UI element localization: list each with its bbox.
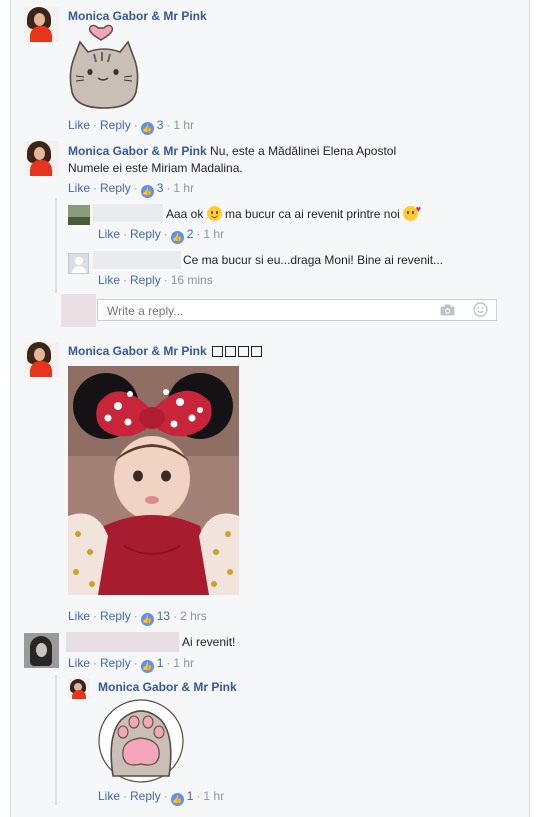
reply-thread-line xyxy=(55,198,57,293)
like-link[interactable]: Like xyxy=(68,181,90,195)
reply-link[interactable]: Reply xyxy=(100,609,131,623)
timestamp[interactable]: 1 hr xyxy=(173,181,194,195)
redacted-author-name xyxy=(93,251,181,269)
pusheen-paw-sticker xyxy=(97,696,187,784)
reply-author[interactable]: Monica Gabor & Mr Pink xyxy=(98,680,237,694)
redacted-author-name xyxy=(66,632,179,652)
avatar[interactable] xyxy=(24,7,59,42)
thumbs-up-icon: 👍 xyxy=(170,231,184,244)
reply-link[interactable]: Reply xyxy=(130,789,161,803)
avatar[interactable] xyxy=(24,342,59,377)
comment-text: Nu, este a Mădălinei Elena Apostol xyxy=(210,144,397,158)
comment-author[interactable]: Monica Gabor & Mr Pink xyxy=(68,344,262,358)
thumbs-up-icon: 👍 xyxy=(140,613,154,626)
comment-author[interactable]: Monica Gabor & Mr Pink xyxy=(68,144,207,158)
like-link[interactable]: Like xyxy=(98,227,120,241)
redacted-author-name xyxy=(93,204,163,222)
thumbs-up-icon: 👍 xyxy=(170,793,184,806)
current-user-avatar xyxy=(61,294,96,327)
comment-author[interactable]: Monica Gabor & Mr Pink xyxy=(68,9,207,23)
reply-link[interactable]: Reply xyxy=(100,118,131,132)
avatar[interactable] xyxy=(68,205,90,225)
avatar[interactable] xyxy=(24,633,59,668)
timestamp[interactable]: 16 mins xyxy=(171,273,213,287)
thumbs-up-icon: 👍 xyxy=(140,185,154,198)
reply-thread-line xyxy=(55,675,57,805)
smiley-icon[interactable] xyxy=(473,302,488,320)
unrendered-glyph-icon xyxy=(211,346,223,357)
unrendered-glyph-icon xyxy=(237,346,249,357)
smile-emoji-icon xyxy=(206,206,222,221)
like-link[interactable]: Like xyxy=(68,609,90,623)
like-link[interactable]: Like xyxy=(68,656,90,670)
reply-link[interactable]: Reply xyxy=(130,227,161,241)
timestamp[interactable]: 1 hr xyxy=(203,227,224,241)
comment-body: Monica Gabor & Mr Pink Nu, este a Mădăli… xyxy=(68,143,488,177)
like-link[interactable]: Like xyxy=(98,789,120,803)
comment-actions: Like · Reply · 👍 1 · 1 hr xyxy=(68,656,195,673)
reply-actions: Like · Reply · 👍 2 · 1 hr xyxy=(98,227,225,244)
timestamp[interactable]: 1 hr xyxy=(173,656,194,670)
unrendered-glyph-icon xyxy=(224,346,236,357)
timestamp[interactable]: 1 hr xyxy=(173,118,194,132)
timestamp[interactable]: 2 hrs xyxy=(180,609,207,623)
thumbs-up-icon: 👍 xyxy=(140,122,154,135)
reply-link[interactable]: Reply xyxy=(100,181,131,195)
unrendered-glyph-icon xyxy=(250,346,262,357)
avatar[interactable] xyxy=(68,253,89,274)
baby-with-minnie-ears-photo[interactable] xyxy=(68,366,239,595)
comment-actions: Like · Reply · 👍 3 · 1 hr xyxy=(68,181,195,198)
thumbs-up-icon: 👍 xyxy=(140,660,154,673)
timestamp[interactable]: 1 hr xyxy=(203,789,224,803)
like-count[interactable]: 13 xyxy=(157,609,170,623)
reply-link[interactable]: Reply xyxy=(100,656,131,670)
kiss-emoji-icon: ♥ xyxy=(403,205,421,221)
comment-text: Ai revenit! xyxy=(182,635,236,649)
pusheen-cat-heart-sticker xyxy=(68,24,140,112)
comment-text-line2: Numele ei este Miriam Madalina. xyxy=(68,161,243,175)
comment-actions: Like · Reply · 👍 3 · 1 hr xyxy=(68,118,195,135)
reply-text: Ce ma bucur si eu...draga Moni! Bine ai … xyxy=(183,253,444,267)
avatar[interactable] xyxy=(24,141,59,176)
reply-actions: Like · Reply · 16 mins xyxy=(98,273,213,287)
camera-icon[interactable] xyxy=(440,304,455,319)
avatar[interactable] xyxy=(68,679,90,699)
like-link[interactable]: Like xyxy=(98,273,120,287)
like-link[interactable]: Like xyxy=(68,118,90,132)
reply-text: Aaa ok ma bucur ca ai revenit printre no… xyxy=(166,204,422,221)
reply-link[interactable]: Reply xyxy=(130,273,161,287)
comment-actions: Like · Reply · 👍 13 · 2 hrs xyxy=(68,609,207,626)
reply-input[interactable] xyxy=(105,302,429,320)
reply-box xyxy=(97,299,497,321)
reply-actions: Like · Reply · 👍 1 · 1 hr xyxy=(98,789,225,806)
